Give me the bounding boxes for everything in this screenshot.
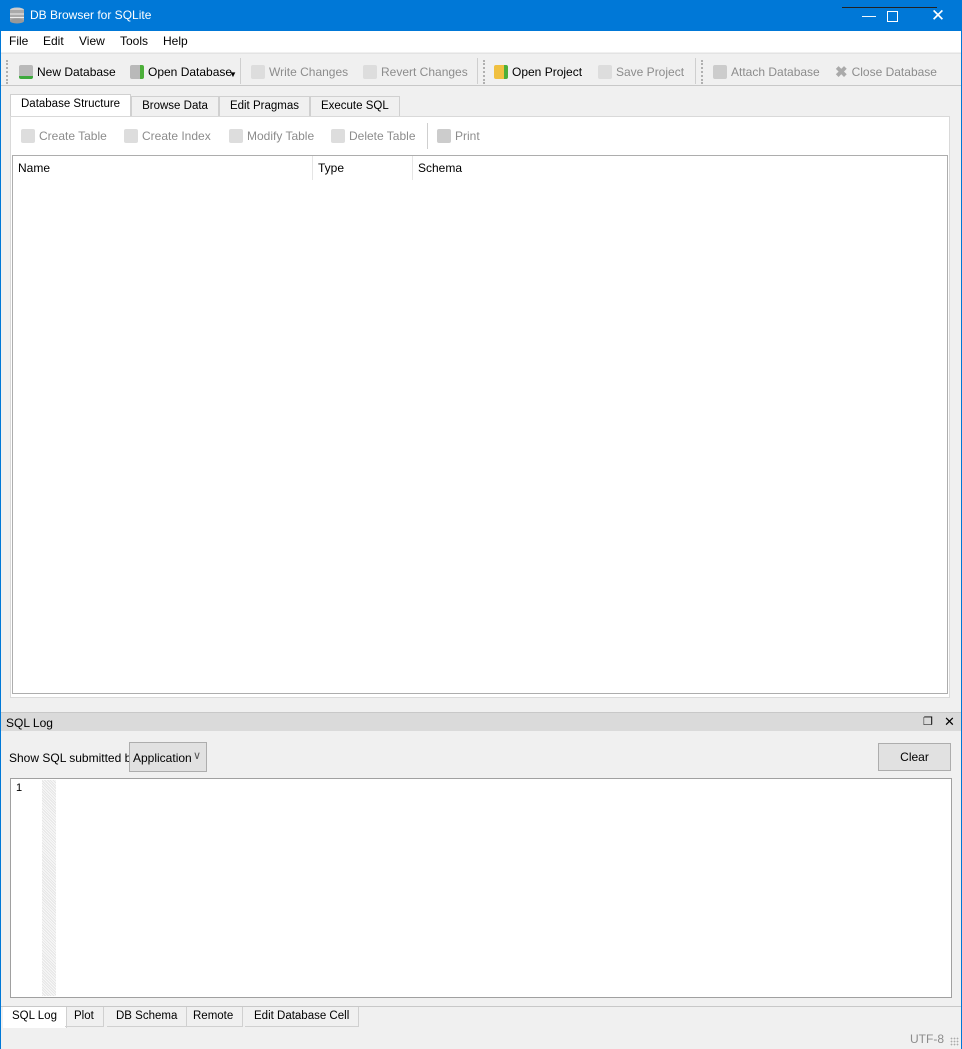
revert-changes-icon: [363, 65, 377, 79]
save-project-icon: [598, 65, 612, 79]
label: Print: [455, 129, 480, 143]
column-header-name[interactable]: Name: [13, 156, 313, 180]
toolbar-grip[interactable]: [483, 60, 486, 84]
toolbar-grip[interactable]: [701, 60, 704, 84]
clear-button[interactable]: Clear: [878, 743, 951, 771]
save-project-button[interactable]: Save Project: [598, 63, 684, 81]
create-table-icon: [21, 129, 35, 143]
attach-database-button[interactable]: Attach Database: [713, 63, 820, 81]
encoding-status: UTF-8: [910, 1032, 944, 1046]
menu-edit[interactable]: Edit: [43, 34, 64, 48]
label: Close Database: [851, 65, 937, 79]
resize-grip-icon[interactable]: [950, 1037, 959, 1046]
label: Open Project: [512, 65, 583, 79]
label: New Database: [37, 65, 116, 79]
new-database-icon: [19, 65, 33, 79]
delete-table-button[interactable]: Delete Table: [331, 127, 416, 145]
database-icon: [10, 7, 24, 24]
label: Save Project: [616, 65, 685, 79]
chevron-down-icon: ∨: [193, 750, 202, 762]
label: Revert Changes: [381, 65, 468, 79]
label: Open Database: [148, 65, 233, 79]
modify-table-icon: [229, 129, 243, 143]
open-project-icon: [494, 65, 508, 79]
close-dock-icon[interactable]: ✕: [944, 714, 955, 730]
separator: [240, 58, 241, 84]
window-border: [0, 0, 1, 1049]
create-index-button[interactable]: Create Index: [124, 127, 211, 145]
tab-browse-data[interactable]: Browse Data: [131, 96, 219, 116]
sql-log-dock-title: SQL Log ❐ ✕: [1, 712, 961, 731]
maximize-icon: [886, 10, 898, 22]
main-toolbar: New Database Open Database ▼ Write Chang…: [1, 53, 961, 86]
column-header-type[interactable]: Type: [313, 156, 413, 180]
separator: [695, 58, 696, 84]
tab-db-schema[interactable]: DB Schema: [107, 1007, 188, 1027]
maximize-button[interactable]: [869, 0, 915, 31]
tab-edit-database-cell[interactable]: Edit Database Cell: [245, 1007, 360, 1027]
close-database-button[interactable]: ✖ Close Database: [835, 63, 937, 81]
separator: [477, 58, 478, 84]
label: Delete Table: [349, 129, 416, 143]
selected-value: Application: [133, 751, 192, 765]
open-database-button[interactable]: Open Database: [130, 63, 232, 81]
print-button[interactable]: Print: [437, 127, 480, 145]
delete-table-icon: [331, 129, 345, 143]
show-sql-label: Show SQL submitted by: [9, 751, 138, 765]
title-bar: DB Browser for SQLite — ✕: [0, 0, 962, 31]
toolbar-grip[interactable]: [6, 60, 9, 84]
line-number: 1: [16, 782, 23, 794]
submitter-select[interactable]: Application ∨: [129, 742, 207, 772]
label: Create Table: [39, 129, 107, 143]
tab-database-structure[interactable]: Database Structure: [10, 94, 132, 116]
menu-tools[interactable]: Tools: [120, 34, 148, 48]
tab-execute-sql[interactable]: Execute SQL: [309, 96, 400, 116]
separator: [427, 123, 428, 149]
menu-bar: File Edit View Tools Help: [1, 31, 961, 52]
tab-plot[interactable]: Plot: [65, 1007, 104, 1027]
tab-sql-log[interactable]: SQL Log: [3, 1007, 67, 1028]
new-database-button[interactable]: New Database: [19, 63, 116, 81]
line-number-gutter: 1: [12, 780, 56, 996]
open-project-button[interactable]: Open Project: [494, 63, 582, 81]
column-header-schema[interactable]: Schema: [413, 156, 947, 180]
main-tabs: Database Structure Browse Data Edit Prag…: [10, 94, 400, 116]
menu-file[interactable]: File: [9, 34, 28, 48]
write-changes-icon: [251, 65, 265, 79]
revert-changes-button[interactable]: Revert Changes: [363, 63, 468, 81]
schema-tree[interactable]: Name Type Schema: [12, 155, 948, 694]
label: Modify Table: [247, 129, 315, 143]
tab-edit-pragmas[interactable]: Edit Pragmas: [218, 96, 310, 116]
create-index-icon: [124, 129, 138, 143]
dock-title: SQL Log: [6, 716, 53, 730]
label: Attach Database: [731, 65, 820, 79]
tab-remote[interactable]: Remote: [184, 1007, 244, 1027]
dropdown-arrow-icon[interactable]: ▼: [229, 70, 237, 79]
attach-database-icon: [713, 65, 727, 79]
write-changes-button[interactable]: Write Changes: [251, 63, 348, 81]
printer-icon: [437, 129, 451, 143]
create-table-button[interactable]: Create Table: [21, 127, 107, 145]
open-database-icon: [130, 65, 144, 79]
float-dock-icon[interactable]: ❐: [923, 715, 933, 728]
label: Create Index: [142, 129, 211, 143]
fold-margin: [42, 780, 56, 996]
window-title: DB Browser for SQLite: [30, 8, 152, 22]
menu-help[interactable]: Help: [163, 34, 188, 48]
modify-table-button[interactable]: Modify Table: [229, 127, 314, 145]
sql-log-editor[interactable]: 1: [10, 778, 952, 998]
close-database-icon: ✖: [835, 64, 848, 81]
label: Write Changes: [269, 65, 349, 79]
menu-view[interactable]: View: [79, 34, 105, 48]
close-button[interactable]: ✕: [915, 0, 961, 31]
